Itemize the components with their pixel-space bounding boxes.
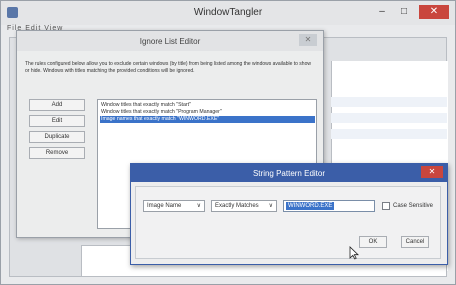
close-icon[interactable]: ✕ bbox=[419, 5, 449, 19]
list-item[interactable] bbox=[331, 97, 447, 107]
pattern-input[interactable]: WINWORD.EXE bbox=[283, 200, 375, 212]
case-sensitive-label: Case Sensitive bbox=[393, 203, 434, 209]
chevron-down-icon: ∨ bbox=[196, 203, 201, 209]
close-icon[interactable]: ✕ bbox=[421, 166, 443, 178]
field-select[interactable]: Image Name ∨ bbox=[143, 200, 205, 212]
add-button[interactable]: Add bbox=[29, 99, 85, 111]
mouse-cursor-icon bbox=[349, 246, 359, 260]
ignore-list-description: The rules configured below allow you to … bbox=[25, 61, 311, 74]
pattern-input-value: WINWORD.EXE bbox=[286, 202, 335, 210]
list-item[interactable]: Window titles that exactly match "Progra… bbox=[100, 109, 315, 116]
ok-button[interactable]: OK bbox=[359, 236, 387, 248]
chevron-down-icon: ∨ bbox=[268, 203, 273, 209]
string-pattern-editor-title: String Pattern Editor bbox=[252, 169, 326, 178]
list-item[interactable] bbox=[331, 113, 447, 123]
list-item-selected[interactable]: Image names that exactly match "WINWORD.… bbox=[100, 116, 315, 123]
cancel-button[interactable]: Cancel bbox=[401, 236, 429, 248]
list-item[interactable]: Window titles that exactly match "Start" bbox=[100, 102, 315, 109]
edit-button[interactable]: Edit bbox=[29, 115, 85, 127]
duplicate-button[interactable]: Duplicate bbox=[29, 131, 85, 143]
maximize-icon[interactable]: □ bbox=[395, 5, 413, 19]
match-type-select-value: Exactly Matches bbox=[215, 203, 259, 209]
match-type-select[interactable]: Exactly Matches ∨ bbox=[211, 200, 277, 212]
minimize-icon[interactable]: – bbox=[373, 5, 391, 19]
string-pattern-editor-dialog: String Pattern Editor ✕ Image Name ∨ Exa… bbox=[130, 163, 448, 265]
pattern-editor-panel bbox=[135, 186, 441, 259]
main-titlebar[interactable]: WindowTangler – □ ✕ bbox=[1, 1, 455, 25]
ignore-list-editor-title: Ignore List Editor bbox=[139, 37, 201, 46]
ignore-list-editor-titlebar[interactable]: Ignore List Editor ✕ bbox=[17, 31, 323, 51]
close-icon[interactable]: ✕ bbox=[299, 34, 317, 46]
field-select-value: Image Name bbox=[147, 203, 182, 209]
string-pattern-editor-titlebar[interactable]: String Pattern Editor ✕ bbox=[131, 164, 447, 182]
remove-button[interactable]: Remove bbox=[29, 147, 85, 159]
list-item[interactable] bbox=[331, 129, 447, 139]
case-sensitive-checkbox[interactable] bbox=[382, 202, 390, 210]
